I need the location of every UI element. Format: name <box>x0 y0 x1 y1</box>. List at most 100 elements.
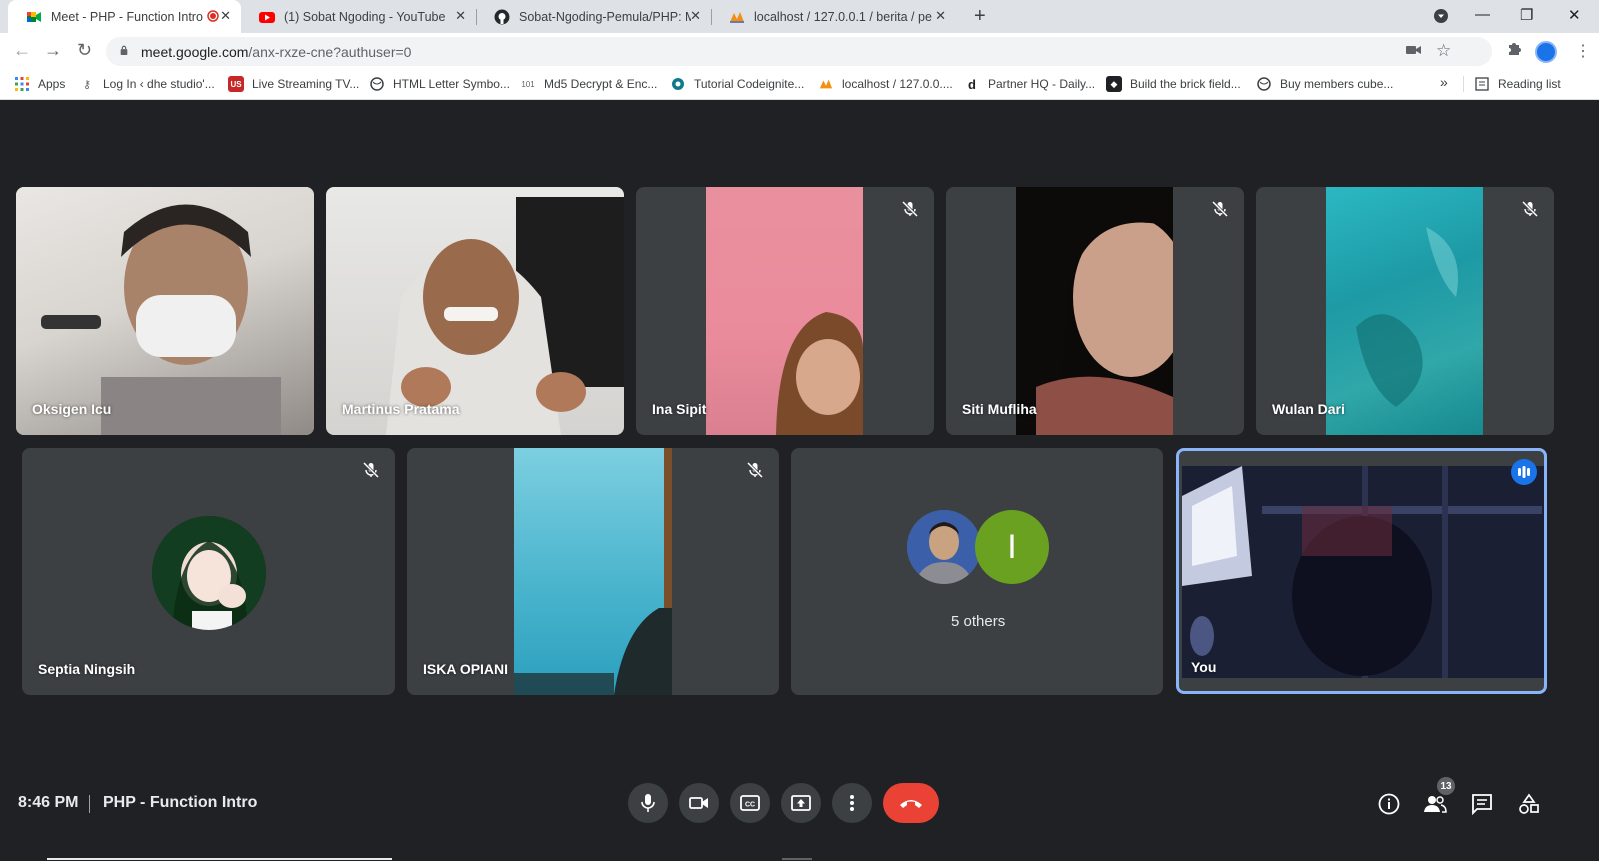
bookmark-item[interactable]: US Live Streaming TV... <box>228 76 359 92</box>
bookmark-label: Live Streaming TV... <box>252 77 360 91</box>
tab-meet[interactable]: Meet - PHP - Function Intro ✕ <box>8 0 241 33</box>
google-meet-icon <box>27 11 41 22</box>
more-options-button[interactable] <box>832 783 872 823</box>
avatar-initial: I <box>1007 527 1017 566</box>
close-tab-icon[interactable]: ✕ <box>220 8 231 24</box>
participant-tile[interactable]: Martinus Pratama <box>326 187 624 435</box>
activities-shapes-icon <box>1519 793 1539 814</box>
participant-tile[interactable]: Septia Ningsih <box>22 448 395 695</box>
participant-tile[interactable]: Wulan Dari <box>1256 187 1554 435</box>
svg-text:CC: CC <box>745 802 755 809</box>
apps-grid-icon <box>14 76 30 92</box>
participant-video <box>514 448 672 695</box>
participant-avatar <box>152 516 266 630</box>
chat-icon <box>1472 794 1492 815</box>
chat-button[interactable] <box>1470 792 1494 816</box>
tab-strip: Meet - PHP - Function Intro ✕ (1) Sobat … <box>0 0 1599 33</box>
restore-button[interactable]: ❐ <box>1520 6 1533 24</box>
bookmark-item[interactable]: ◆ Build the brick field... <box>1106 76 1241 92</box>
participants-count-badge: 13 <box>1437 777 1455 795</box>
participant-tile[interactable]: ISKA OPIANI <box>407 448 779 695</box>
microphone-button[interactable] <box>628 783 668 823</box>
bookmark-apps[interactable]: Apps <box>14 76 65 92</box>
people-icon <box>1424 796 1447 813</box>
tab-github[interactable]: Sobat-Ngoding-Pemula/PHP: Ma ✕ <box>476 0 711 33</box>
back-arrow-icon[interactable]: ← <box>13 40 31 61</box>
bookmark-label: Buy members cube... <box>1280 77 1394 91</box>
tab-title: (1) Sobat Ngoding - YouTube <box>284 9 446 24</box>
reload-icon[interactable]: ↻ <box>77 40 92 61</box>
forward-arrow-icon[interactable]: → <box>44 40 62 61</box>
participant-name: Septia Ningsih <box>38 661 136 677</box>
mic-off-icon <box>901 200 919 218</box>
bookmark-item[interactable]: 101 Md5 Decrypt & Enc... <box>520 76 657 92</box>
self-view-tile[interactable]: You <box>1176 448 1547 694</box>
close-tab-icon[interactable]: ✕ <box>935 8 946 24</box>
participant-name: Oksigen Icu <box>32 401 112 417</box>
camera-permission-icon[interactable] <box>1406 43 1422 61</box>
bookmark-item[interactable]: d Partner HQ - Daily... <box>964 76 1095 92</box>
github-icon <box>494 9 510 24</box>
phpmyadmin-icon <box>818 76 834 92</box>
bookmark-item[interactable]: HTML Letter Symbo... <box>369 76 510 92</box>
tab-youtube[interactable]: (1) Sobat Ngoding - YouTube ✕ <box>241 0 476 33</box>
reading-list-icon <box>1474 76 1490 92</box>
lock-icon <box>120 45 128 55</box>
tab-title: localhost / 127.0.0.1 / berita / pe <box>754 9 932 24</box>
tab-localhost[interactable]: localhost / 127.0.0.1 / berita / pe ✕ <box>711 0 956 33</box>
bookmark-star-icon[interactable]: ☆ <box>1436 41 1451 61</box>
recording-icon <box>207 10 219 22</box>
title-divider <box>89 795 90 813</box>
bookmark-item[interactable]: ⚷ Log In ‹ dhe studio'... <box>79 76 215 92</box>
participant-name: You <box>1191 659 1217 675</box>
present-screen-button[interactable] <box>781 783 821 823</box>
participant-video <box>16 187 314 435</box>
url-text: meet.google.com/anx-rxze-cne?authuser=0 <box>141 44 411 60</box>
activities-button[interactable] <box>1517 792 1541 816</box>
bookmark-label: Log In ‹ dhe studio'... <box>103 77 215 91</box>
extensions-puzzle-icon[interactable] <box>1506 41 1522 61</box>
mic-off-icon <box>1211 200 1229 218</box>
close-tab-icon[interactable]: ✕ <box>455 8 466 24</box>
hang-up-icon <box>900 800 922 808</box>
present-screen-icon <box>791 795 811 811</box>
browser-toolbar: ← → ↻ meet.google.com/anx-rxze-cne?authu… <box>0 33 1599 68</box>
profile-avatar[interactable] <box>1535 41 1557 63</box>
codeigniter-icon <box>670 76 686 92</box>
participants-button[interactable] <box>1423 792 1447 816</box>
chrome-menu-icon[interactable]: ⋮ <box>1575 41 1591 61</box>
meeting-time: 8:46 PM <box>18 794 79 811</box>
phpmyadmin-icon <box>730 11 744 23</box>
bookmark-label: Tutorial Codeignite... <box>694 77 805 91</box>
bookmarks-overflow-button[interactable]: » <box>1440 74 1448 90</box>
md5-icon: 101 <box>521 79 535 89</box>
meeting-details-button[interactable] <box>1377 792 1401 816</box>
bookmark-label: Md5 Decrypt & Enc... <box>544 77 658 91</box>
camera-button[interactable] <box>679 783 719 823</box>
bookmark-item[interactable]: Tutorial Codeignite... <box>670 76 804 92</box>
more-vert-icon <box>850 795 854 811</box>
address-bar[interactable]: meet.google.com/anx-rxze-cne?authuser=0 … <box>106 37 1492 66</box>
participant-tile[interactable]: Ina Sipit <box>636 187 934 435</box>
others-tile[interactable]: I 5 others <box>791 448 1163 695</box>
minimize-button[interactable]: — <box>1475 6 1490 23</box>
tab-search-icon[interactable] <box>1433 8 1449 28</box>
d-icon: d <box>968 76 976 92</box>
new-tab-button[interactable]: + <box>974 5 986 28</box>
tab-title: Meet - PHP - Function Intro <box>51 9 203 24</box>
participant-video <box>326 187 624 435</box>
captions-button[interactable]: CC <box>730 783 770 823</box>
participant-tile[interactable]: Oksigen Icu <box>16 187 314 435</box>
bookmarks-bar: Apps ⚷ Log In ‹ dhe studio'... US Live S… <box>0 68 1599 100</box>
close-window-button[interactable]: ✕ <box>1568 6 1581 24</box>
participant-video <box>1182 466 1544 678</box>
bookmark-item[interactable]: localhost / 127.0.0.... <box>818 76 953 92</box>
leave-call-button[interactable] <box>883 783 939 823</box>
close-tab-icon[interactable]: ✕ <box>690 8 701 24</box>
reading-list-button[interactable]: Reading list <box>1474 76 1561 92</box>
others-count-label: 5 others <box>951 613 1006 630</box>
bookmark-item[interactable]: Buy members cube... <box>1256 76 1393 92</box>
camera-icon <box>689 797 708 809</box>
participant-tile[interactable]: Siti Mufliha <box>946 187 1244 435</box>
tab-title: Sobat-Ngoding-Pemula/PHP: Ma <box>519 9 691 24</box>
